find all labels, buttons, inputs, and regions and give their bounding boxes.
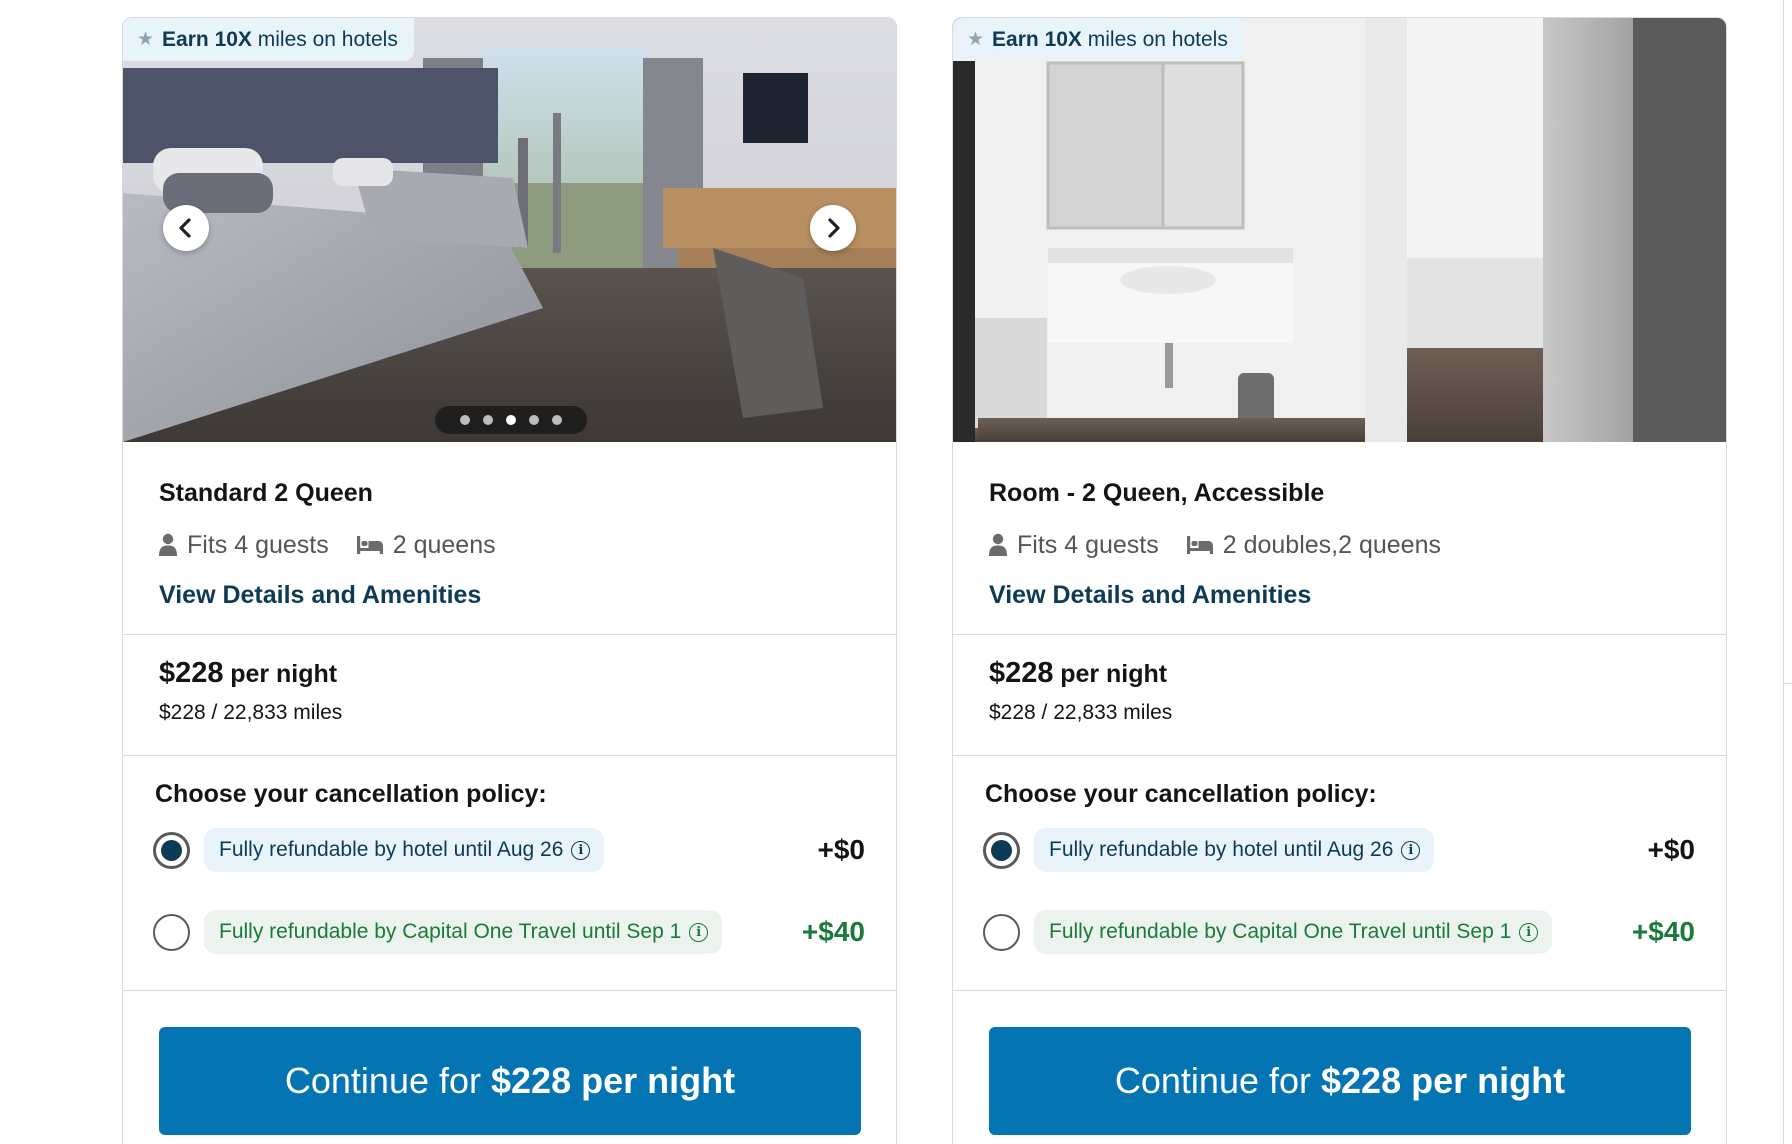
continue-button[interactable]: Continue for $228 per night bbox=[159, 1027, 861, 1135]
radio-button[interactable] bbox=[983, 913, 1020, 951]
policy-option-price: +$40 bbox=[801, 916, 865, 947]
info-icon[interactable]: i bbox=[571, 840, 591, 860]
cancellation-policy: Choose your cancellation policy: Fully r… bbox=[123, 756, 896, 991]
policy-option-price: +$40 bbox=[1631, 916, 1695, 947]
room-photo bbox=[123, 18, 896, 442]
info-icon[interactable]: i bbox=[1519, 922, 1539, 942]
policy-option-capital-one[interactable]: Fully refundable by Capital One Travel u… bbox=[153, 910, 865, 954]
price-section: $228 per night $228 / 22,833 miles bbox=[953, 635, 1726, 756]
chevron-left-icon bbox=[179, 218, 191, 238]
policy-option-pill[interactable]: Fully refundable by Capital One Travel u… bbox=[204, 910, 723, 954]
policy-option-price: +$0 bbox=[1647, 834, 1696, 865]
room-card-accessible: ★ Earn 10X miles on hotels Room - 2 Quee… bbox=[952, 17, 1727, 1144]
continue-button-price: $228 per night bbox=[1321, 1060, 1566, 1101]
policy-option-price: +$0 bbox=[817, 834, 866, 865]
room-photo-carousel[interactable]: ★ Earn 10X miles on hotels bbox=[123, 18, 896, 442]
price-unit: per night bbox=[230, 660, 338, 688]
badge-text: miles on hotels bbox=[251, 27, 398, 51]
continue-button-prefix: Continue for bbox=[1114, 1060, 1312, 1101]
room-specs: Fits 4 guests 2 queens bbox=[159, 529, 896, 561]
bed-icon bbox=[356, 536, 383, 554]
carousel-prev-button[interactable] bbox=[163, 205, 209, 251]
policy-option-pill[interactable]: Fully refundable by Capital One Travel u… bbox=[1034, 910, 1553, 954]
policy-option-pill[interactable]: Fully refundable by hotel until Aug 26 i bbox=[1034, 828, 1435, 872]
price-miles: $228 / 22,833 miles bbox=[159, 701, 343, 724]
radio-button-selected[interactable] bbox=[153, 831, 190, 869]
room-info: Standard 2 Queen Fits 4 guests 2 queens bbox=[123, 442, 896, 635]
room-card-standard-2-queen: ★ Earn 10X miles on hotels Standard 2 Qu… bbox=[122, 17, 897, 1144]
bed-configuration: 2 doubles,2 queens bbox=[1222, 530, 1441, 559]
star-icon: ★ bbox=[967, 29, 985, 50]
price-miles: $228 / 22,833 miles bbox=[989, 701, 1173, 724]
info-icon[interactable]: i bbox=[1401, 840, 1421, 860]
guest-capacity: Fits 4 guests bbox=[1017, 530, 1159, 559]
guest-capacity: Fits 4 guests bbox=[187, 530, 329, 559]
badge-highlight: Earn 10X bbox=[992, 27, 1082, 51]
star-icon: ★ bbox=[137, 29, 155, 50]
carousel-dots bbox=[435, 406, 587, 434]
view-details-link[interactable]: View Details and Amenities bbox=[989, 581, 1311, 610]
miles-badge: ★ Earn 10X miles on hotels bbox=[953, 18, 1244, 61]
price-unit: per night bbox=[1060, 660, 1168, 688]
continue-button-prefix: Continue for bbox=[284, 1060, 482, 1101]
person-icon bbox=[159, 533, 177, 556]
info-icon[interactable]: i bbox=[689, 922, 709, 942]
adjacent-card-edge bbox=[1783, 0, 1792, 1144]
policy-option-label: Fully refundable by hotel until Aug 26 bbox=[219, 838, 564, 861]
nightly-price: $228 per night bbox=[159, 657, 896, 693]
bed-configuration: 2 queens bbox=[392, 530, 496, 559]
price-section: $228 per night $228 / 22,833 miles bbox=[123, 635, 896, 756]
policy-option-hotel[interactable]: Fully refundable by hotel until Aug 26 i… bbox=[983, 828, 1695, 872]
room-name: Room - 2 Queen, Accessible bbox=[989, 479, 1325, 507]
policy-option-label: Fully refundable by hotel until Aug 26 bbox=[1049, 838, 1394, 861]
continue-button[interactable]: Continue for $228 per night bbox=[989, 1027, 1691, 1135]
policy-option-capital-one[interactable]: Fully refundable by Capital One Travel u… bbox=[983, 910, 1695, 954]
miles-badge: ★ Earn 10X miles on hotels bbox=[123, 18, 414, 61]
price-amount: $228 bbox=[989, 657, 1054, 689]
radio-button-selected[interactable] bbox=[983, 831, 1020, 869]
nightly-price: $228 per night bbox=[989, 657, 1726, 693]
carousel-next-button[interactable] bbox=[810, 205, 856, 251]
person-icon bbox=[989, 533, 1007, 556]
view-details-link[interactable]: View Details and Amenities bbox=[159, 581, 481, 610]
room-info: Room - 2 Queen, Accessible Fits 4 guests… bbox=[953, 442, 1726, 635]
carousel-dot[interactable] bbox=[483, 415, 493, 425]
room-specs: Fits 4 guests 2 doubles,2 queens bbox=[989, 529, 1726, 561]
carousel-dot[interactable] bbox=[552, 415, 562, 425]
policy-option-hotel[interactable]: Fully refundable by hotel until Aug 26 i… bbox=[153, 828, 865, 872]
policy-option-label: Fully refundable by Capital One Travel u… bbox=[219, 920, 682, 943]
room-name: Standard 2 Queen bbox=[159, 479, 373, 507]
policy-title: Choose your cancellation policy: bbox=[155, 780, 547, 808]
carousel-dot[interactable] bbox=[529, 415, 539, 425]
cancellation-policy: Choose your cancellation policy: Fully r… bbox=[953, 756, 1726, 991]
radio-button[interactable] bbox=[153, 913, 190, 951]
price-amount: $228 bbox=[159, 657, 224, 689]
room-photo bbox=[953, 18, 1726, 442]
carousel-dot[interactable] bbox=[460, 415, 470, 425]
continue-button-price: $228 per night bbox=[491, 1060, 736, 1101]
room-photo-carousel[interactable]: ★ Earn 10X miles on hotels bbox=[953, 18, 1726, 442]
chevron-right-icon bbox=[828, 218, 840, 238]
carousel-dot-active[interactable] bbox=[506, 415, 516, 425]
policy-title: Choose your cancellation policy: bbox=[985, 780, 1377, 808]
badge-text: miles on hotels bbox=[1081, 27, 1228, 51]
badge-highlight: Earn 10X bbox=[162, 27, 252, 51]
policy-option-pill[interactable]: Fully refundable by hotel until Aug 26 i bbox=[204, 828, 605, 872]
bed-icon bbox=[1186, 536, 1213, 554]
policy-option-label: Fully refundable by Capital One Travel u… bbox=[1049, 920, 1512, 943]
